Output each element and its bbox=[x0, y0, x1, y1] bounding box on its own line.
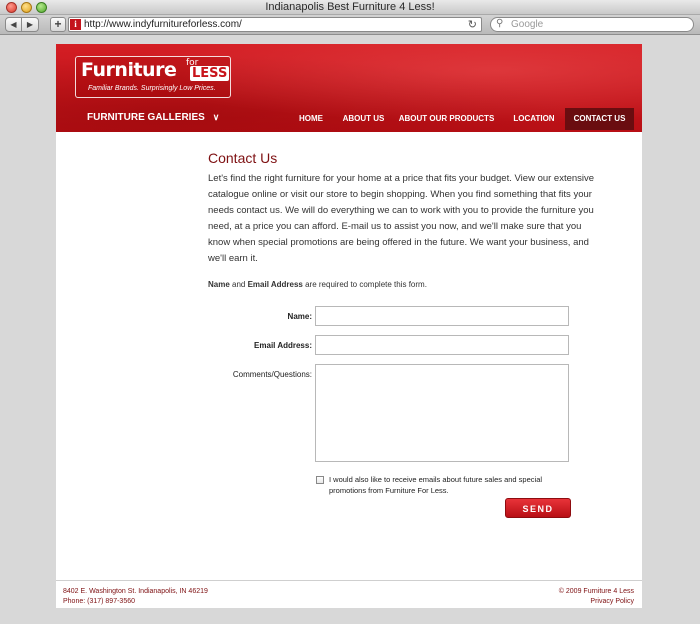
nav-item-home[interactable]: HOME bbox=[290, 108, 332, 130]
privacy-policy-link[interactable]: Privacy Policy bbox=[559, 597, 634, 607]
furniture-galleries-label: FURNITURE GALLERIES bbox=[87, 112, 205, 123]
back-button[interactable]: ◀ bbox=[5, 17, 22, 32]
site-favicon-icon: i bbox=[70, 19, 81, 30]
name-label: Name: bbox=[287, 312, 312, 321]
required-rest: are required to complete this form. bbox=[302, 280, 427, 289]
required-and: and bbox=[229, 280, 248, 289]
search-field[interactable]: ⚲ Google bbox=[490, 17, 694, 32]
furniture-galleries-menu[interactable]: FURNITURE GALLERIES ∨ bbox=[87, 112, 219, 123]
footer-phone: Phone: (317) 897-3560 bbox=[63, 598, 135, 605]
name-field[interactable] bbox=[315, 306, 569, 326]
comments-textarea[interactable] bbox=[315, 364, 569, 462]
intro-paragraph: Let's find the right furniture for your … bbox=[208, 173, 595, 264]
logo-less-text: LESS bbox=[190, 66, 230, 81]
address-bar-url[interactable]: http://www.indyfurnitureforless.com/ bbox=[84, 19, 242, 30]
footer-legal: © 2009 Furniture 4 Less Privacy Policy bbox=[559, 587, 634, 607]
footer-contact: 8402 E. Washington St. Indianapolis, IN … bbox=[63, 587, 208, 607]
page-title: Contact Us bbox=[208, 150, 278, 166]
chevron-down-icon: ∨ bbox=[212, 112, 220, 122]
email-label: Email Address: bbox=[254, 341, 312, 350]
footer-divider bbox=[56, 580, 642, 581]
logo-tagline: Familiar Brands. Surprisingly Low Prices… bbox=[88, 85, 216, 92]
address-bar[interactable]: i http://www.indyfurnitureforless.com/ ↻ bbox=[68, 17, 482, 32]
logo-main-text: Furniture bbox=[81, 59, 177, 81]
required-fields-note: Name and Email Address are required to c… bbox=[208, 280, 427, 289]
footer-copyright: © 2009 Furniture 4 Less bbox=[558, 588, 634, 595]
newsletter-checkbox-label[interactable]: I would also like to receive emails abou… bbox=[329, 474, 569, 496]
nav-item-about-us[interactable]: ABOUT US bbox=[336, 108, 391, 130]
plus-icon: + bbox=[54, 17, 62, 31]
page-container: Furniture for LESS Familiar Brands. Surp… bbox=[56, 44, 642, 608]
email-field[interactable] bbox=[315, 335, 569, 355]
site-logo[interactable]: Furniture for LESS Familiar Brands. Surp… bbox=[75, 56, 231, 98]
search-icon: ⚲ bbox=[496, 18, 504, 29]
required-email: Email Address bbox=[247, 280, 303, 289]
search-placeholder[interactable]: Google bbox=[511, 19, 543, 30]
main-content: Contact Us Let's find the right furnitur… bbox=[208, 150, 604, 267]
required-name: Name bbox=[208, 280, 230, 289]
add-bookmark-button[interactable]: + bbox=[50, 17, 66, 32]
site-header: Furniture for LESS Familiar Brands. Surp… bbox=[56, 44, 642, 132]
nav-item-contact-us[interactable]: CONTACT US bbox=[565, 108, 634, 130]
footer-address: 8402 E. Washington St. Indianapolis, IN … bbox=[63, 588, 208, 595]
back-arrow-icon: ◀ bbox=[10, 20, 17, 29]
send-button[interactable]: SEND bbox=[505, 498, 571, 518]
browser-toolbar: ◀ ▶ + i http://www.indyfurnitureforless.… bbox=[0, 15, 700, 35]
reload-icon[interactable]: ↻ bbox=[468, 18, 477, 31]
window-title: Indianapolis Best Furniture 4 Less! bbox=[265, 1, 435, 13]
forward-arrow-icon: ▶ bbox=[26, 20, 34, 29]
forward-button[interactable]: ▶ bbox=[22, 17, 39, 32]
nav-item-about-our-products[interactable]: ABOUT OUR PRODUCTS bbox=[395, 108, 498, 130]
newsletter-checkbox[interactable] bbox=[316, 476, 324, 484]
window-titlebar: Indianapolis Best Furniture 4 Less! bbox=[0, 0, 700, 15]
comments-label: Comments/Questions: bbox=[232, 370, 312, 379]
nav-item-location[interactable]: LOCATION bbox=[503, 108, 565, 130]
